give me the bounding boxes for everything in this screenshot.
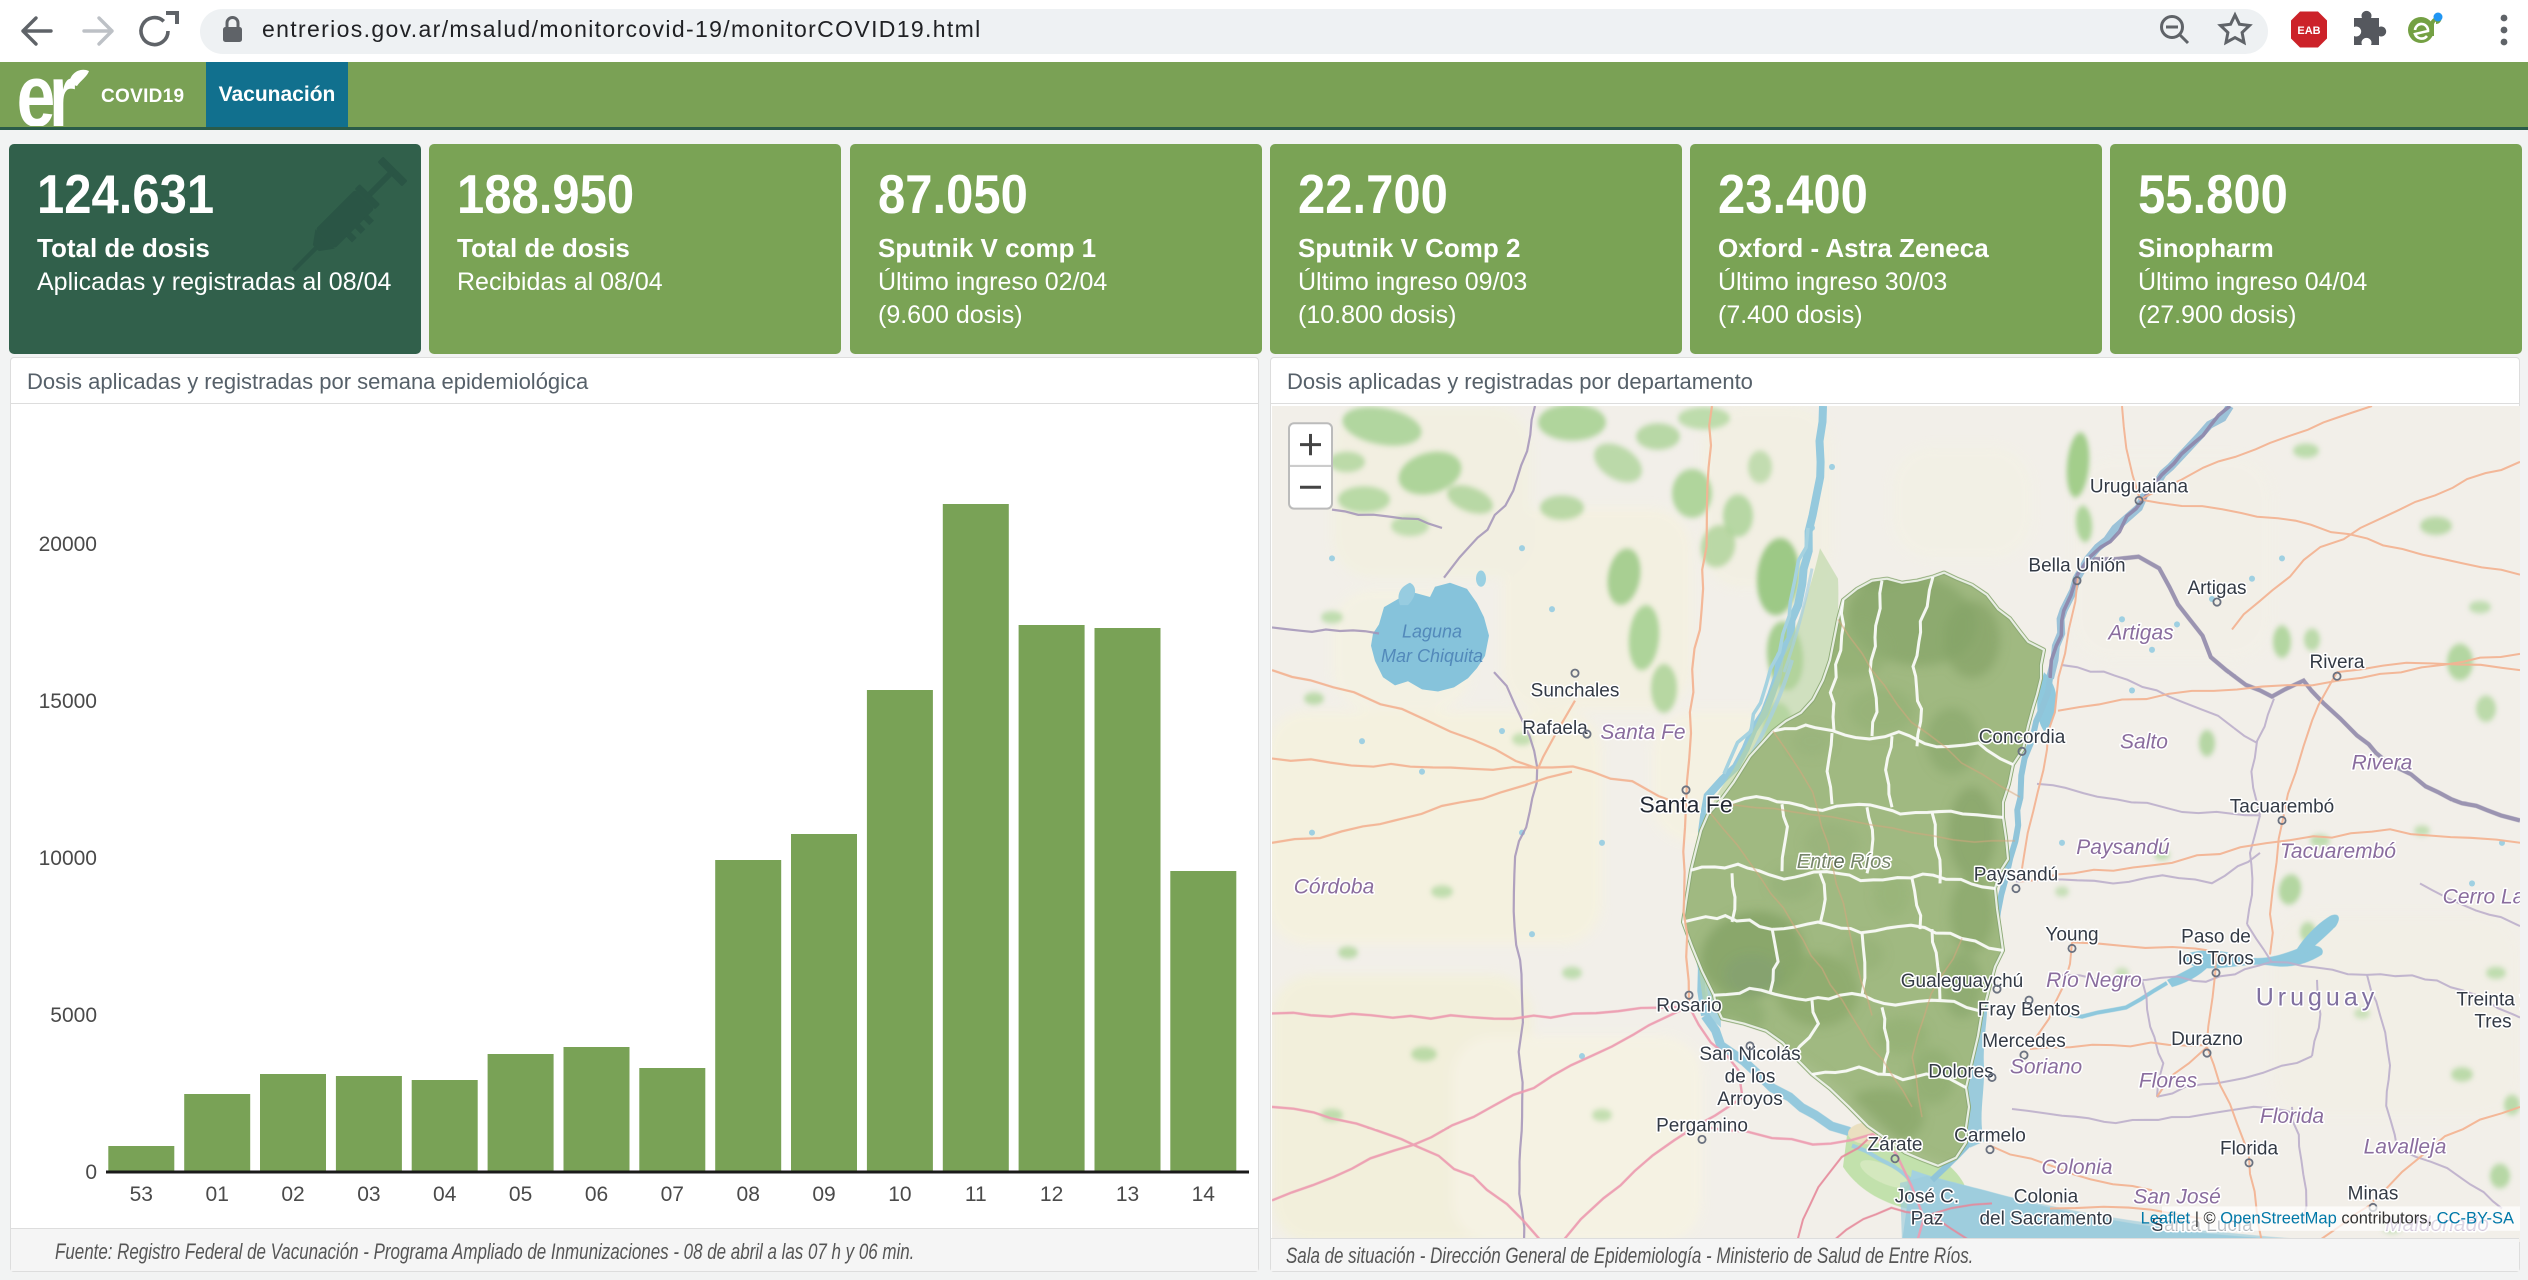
svg-text:Flores: Flores bbox=[2139, 1069, 2198, 1092]
svg-text:07: 07 bbox=[661, 1183, 684, 1206]
svg-text:de los: de los bbox=[1725, 1066, 1776, 1087]
svg-text:Uruguaiana: Uruguaiana bbox=[2090, 476, 2189, 497]
svg-text:06: 06 bbox=[585, 1183, 608, 1206]
svg-text:Pergamino: Pergamino bbox=[1656, 1115, 1748, 1136]
svg-text:los Toros: los Toros bbox=[2178, 949, 2254, 970]
svg-text:Rafaela: Rafaela bbox=[1522, 718, 1588, 739]
svg-text:Salto: Salto bbox=[2120, 730, 2168, 753]
svg-text:10000: 10000 bbox=[39, 847, 97, 870]
svg-text:San Nicolás: San Nicolás bbox=[1699, 1044, 1800, 1065]
svg-text:13: 13 bbox=[1116, 1183, 1139, 1206]
svg-text:Arroyos: Arroyos bbox=[1717, 1089, 1782, 1110]
svg-text:Gualeguaychú: Gualeguaychú bbox=[1901, 971, 2023, 992]
svg-text:Fray Bentos: Fray Bentos bbox=[1978, 999, 2080, 1020]
svg-text:Colonia: Colonia bbox=[2041, 1156, 2112, 1179]
svg-text:03: 03 bbox=[357, 1183, 380, 1206]
svg-text:Artigas: Artigas bbox=[2106, 621, 2174, 644]
svg-text:Córdoba: Córdoba bbox=[1294, 875, 1375, 898]
svg-text:14: 14 bbox=[1192, 1183, 1216, 1206]
svg-text:Tacuarembó: Tacuarembó bbox=[2280, 840, 2396, 863]
svg-text:Paysandú: Paysandú bbox=[1974, 864, 2058, 885]
svg-text:01: 01 bbox=[206, 1183, 229, 1206]
svg-text:53: 53 bbox=[130, 1183, 153, 1206]
svg-text:Zárate: Zárate bbox=[1868, 1134, 1923, 1155]
svg-text:Treinta y: Treinta y bbox=[2456, 989, 2520, 1010]
svg-text:Sunchales: Sunchales bbox=[1531, 680, 1620, 701]
svg-text:Florida: Florida bbox=[2260, 1105, 2324, 1128]
svg-text:08: 08 bbox=[737, 1183, 760, 1206]
svg-text:José C.: José C. bbox=[1895, 1186, 1959, 1207]
svg-text:Tacuarembó: Tacuarembó bbox=[2230, 796, 2335, 817]
svg-text:5000: 5000 bbox=[50, 1004, 97, 1027]
svg-text:Río Negro: Río Negro bbox=[2046, 969, 2142, 992]
svg-text:Soriano: Soriano bbox=[2010, 1055, 2083, 1078]
svg-text:Leaflet | © OpenStreetMap cont: Leaflet | © OpenStreetMap contributors, … bbox=[2141, 1209, 2515, 1228]
svg-text:Durazno: Durazno bbox=[2171, 1029, 2243, 1050]
svg-text:11: 11 bbox=[965, 1183, 987, 1206]
svg-text:15000: 15000 bbox=[39, 690, 97, 713]
svg-text:09: 09 bbox=[812, 1183, 835, 1206]
svg-text:Laguna: Laguna bbox=[1402, 621, 1462, 641]
svg-text:Artigas: Artigas bbox=[2187, 578, 2246, 599]
svg-text:Mercedes: Mercedes bbox=[1982, 1031, 2065, 1052]
svg-text:Santa Fe: Santa Fe bbox=[1600, 721, 1685, 744]
svg-text:Florida: Florida bbox=[2220, 1139, 2278, 1160]
svg-text:Minas: Minas bbox=[2348, 1183, 2399, 1204]
svg-text:Bella Unión: Bella Unión bbox=[2028, 555, 2125, 576]
svg-text:er: er bbox=[17, 64, 76, 126]
svg-text:San José: San José bbox=[2133, 1185, 2221, 1208]
svg-text:del Sacramento: del Sacramento bbox=[1979, 1209, 2112, 1230]
svg-text:Uruguay: Uruguay bbox=[2256, 983, 2378, 1011]
svg-text:02: 02 bbox=[281, 1183, 304, 1206]
svg-text:Dolores: Dolores bbox=[1928, 1061, 1993, 1082]
svg-text:12: 12 bbox=[1040, 1183, 1063, 1206]
svg-text:Rivera: Rivera bbox=[2352, 752, 2413, 775]
svg-text:10: 10 bbox=[888, 1183, 911, 1206]
svg-text:Rivera: Rivera bbox=[2310, 652, 2365, 673]
svg-text:Tres: Tres bbox=[2474, 1012, 2511, 1033]
svg-text:Lavalleja: Lavalleja bbox=[2364, 1135, 2447, 1158]
svg-text:Carmelo: Carmelo bbox=[1954, 1125, 2026, 1146]
svg-text:0: 0 bbox=[85, 1161, 97, 1184]
svg-text:EAB: EAB bbox=[2297, 25, 2320, 37]
svg-text:Paso de: Paso de bbox=[2181, 926, 2251, 947]
svg-text:Cerro Lar: Cerro Lar bbox=[2443, 886, 2520, 909]
svg-text:04: 04 bbox=[433, 1183, 457, 1206]
svg-text:Paz: Paz bbox=[1911, 1209, 1944, 1230]
svg-text:Colonia: Colonia bbox=[2014, 1186, 2079, 1207]
svg-text:Santa Fe: Santa Fe bbox=[1639, 791, 1732, 817]
svg-text:Paysandú: Paysandú bbox=[2076, 836, 2170, 859]
svg-text:Mar Chiquita: Mar Chiquita bbox=[1381, 646, 1483, 666]
svg-text:Concordia: Concordia bbox=[1979, 727, 2066, 748]
svg-text:20000: 20000 bbox=[39, 533, 97, 556]
svg-text:05: 05 bbox=[509, 1183, 532, 1206]
svg-text:Young: Young bbox=[2045, 924, 2098, 945]
svg-text:Entre Ríos: Entre Ríos bbox=[1797, 851, 1891, 873]
